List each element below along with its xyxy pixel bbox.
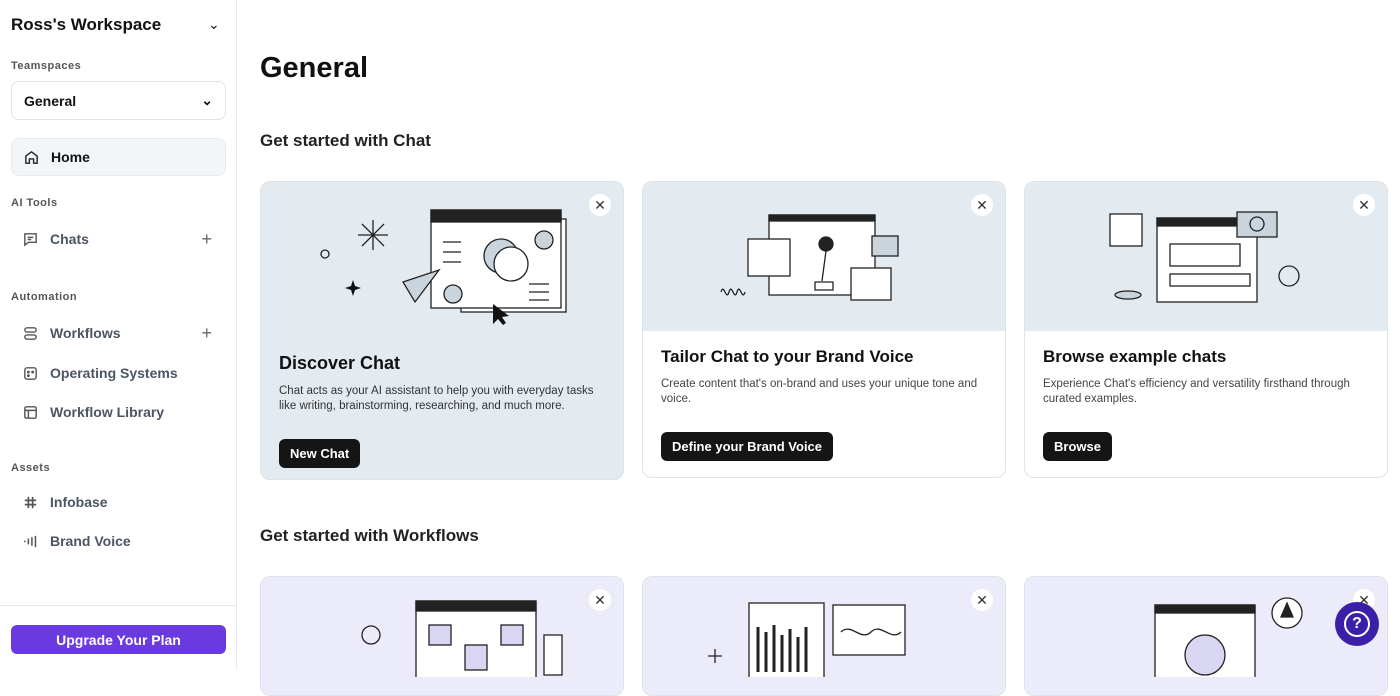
- workflow-illustration: [361, 600, 563, 682]
- workflow-illustration: [1154, 597, 1303, 681]
- sidebar-item-label: Brand Voice: [50, 533, 131, 549]
- sidebar-item-label: Workflows: [50, 325, 121, 341]
- workflows-section-heading: Get started with Workflows: [260, 526, 479, 545]
- sidebar-item-home[interactable]: Home: [11, 138, 226, 176]
- add-chat-icon[interactable]: +: [201, 229, 212, 250]
- define-brand-voice-button[interactable]: Define your Brand Voice: [661, 432, 834, 461]
- teamspaces-label: Teamspaces: [11, 60, 82, 72]
- chat-illustration: [320, 209, 567, 325]
- sound-wave-icon: [24, 535, 37, 547]
- help-icon: ?: [1344, 611, 1370, 637]
- assets-label: Assets: [11, 462, 51, 474]
- workspace-name[interactable]: Ross's Workspace: [11, 15, 161, 35]
- sidebar-item-infobase[interactable]: Infobase: [11, 483, 226, 521]
- chat-icon: [24, 232, 37, 247]
- workflow-card-2: ✕: [642, 576, 1006, 696]
- upgrade-plan-button[interactable]: Upgrade Your Plan: [11, 625, 226, 654]
- workflow-icon: [24, 326, 37, 340]
- teamspace-value: General: [24, 92, 77, 109]
- sidebar-item-label: Home: [51, 149, 90, 165]
- sidebar-item-workflow-library[interactable]: Workflow Library: [11, 393, 226, 431]
- close-icon[interactable]: ✕: [589, 194, 611, 216]
- close-icon[interactable]: ✕: [971, 589, 993, 611]
- discover-chat-card: ✕ Discover Chat Chat acts as your AI ass…: [260, 181, 624, 480]
- close-icon[interactable]: ✕: [1353, 194, 1375, 216]
- chevron-down-icon[interactable]: ⌄: [208, 16, 220, 33]
- sidebar-item-brand-voice[interactable]: Brand Voice: [11, 522, 226, 560]
- close-icon[interactable]: ✕: [589, 589, 611, 611]
- operating-systems-icon: [24, 366, 37, 380]
- sidebar-item-label: Workflow Library: [50, 404, 165, 420]
- example-chats-illustration: [1109, 211, 1300, 303]
- sidebar-item-label: Operating Systems: [50, 365, 178, 381]
- sidebar-item-label: Infobase: [50, 494, 108, 510]
- chevron-down-icon: ⌄: [201, 92, 213, 108]
- automation-label: Automation: [11, 291, 78, 303]
- card-description: Chat acts as your AI assistant to help y…: [279, 385, 594, 412]
- new-chat-button[interactable]: New Chat: [279, 439, 361, 468]
- workflow-illustration: [708, 602, 906, 684]
- divider: [0, 605, 237, 606]
- example-chats-card: ✕ Browse example chats Experience Chat's…: [1024, 181, 1388, 478]
- close-icon[interactable]: ✕: [971, 194, 993, 216]
- brand-voice-card: ✕ Tailor Chat to your Brand Voice Create…: [642, 181, 1006, 478]
- card-description: Experience Chat's efficiency and versati…: [1043, 378, 1350, 405]
- chat-section-heading: Get started with Chat: [260, 131, 431, 150]
- workflow-card-1: ✕: [260, 576, 624, 696]
- library-icon: [24, 405, 37, 419]
- sidebar: Ross's Workspace ⌄ Teamspaces General ⌄ H…: [0, 0, 237, 669]
- home-icon: [25, 150, 38, 164]
- workflow-card-3: ✕: [1024, 576, 1388, 696]
- add-workflow-icon[interactable]: +: [201, 323, 212, 344]
- sidebar-item-chats[interactable]: Chats +: [11, 220, 226, 258]
- brand-voice-illustration: [720, 214, 899, 301]
- card-description: Create content that's on-brand and uses …: [661, 378, 978, 405]
- card-title: Browse example chats: [1043, 347, 1227, 366]
- help-button[interactable]: ?: [1335, 602, 1379, 646]
- sidebar-item-operating-systems[interactable]: Operating Systems: [11, 354, 226, 392]
- sidebar-item-label: Chats: [50, 231, 89, 247]
- card-title: Tailor Chat to your Brand Voice: [661, 347, 914, 366]
- teamspace-select[interactable]: General ⌄: [11, 81, 226, 120]
- sidebar-item-workflows[interactable]: Workflows +: [11, 314, 226, 352]
- ai-tools-label: AI Tools: [11, 197, 58, 209]
- page-title: General: [260, 52, 368, 84]
- browse-button[interactable]: Browse: [1043, 432, 1112, 461]
- hash-icon: [24, 496, 37, 508]
- card-title: Discover Chat: [279, 353, 401, 373]
